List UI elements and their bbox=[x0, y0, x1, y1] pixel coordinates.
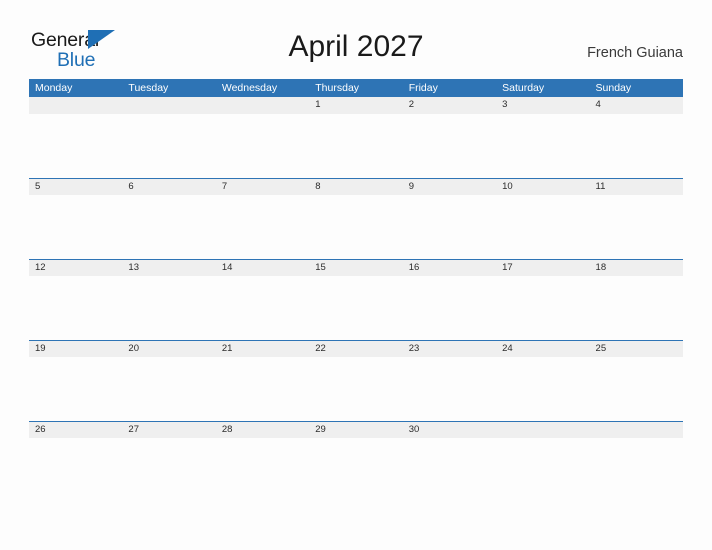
day-cell-number[interactable] bbox=[496, 422, 589, 438]
day-cell-number[interactable]: 18 bbox=[590, 260, 683, 276]
day-cell-number[interactable]: 10 bbox=[496, 179, 589, 195]
day-cell-number[interactable]: 29 bbox=[309, 422, 402, 438]
day-cell-body[interactable] bbox=[309, 195, 402, 259]
week-row: 26 27 28 29 30 bbox=[29, 421, 683, 502]
page-header: General Blue April 2027 French Guiana bbox=[0, 0, 712, 79]
week-row: 1 2 3 4 bbox=[29, 97, 683, 178]
day-cell-number[interactable]: 30 bbox=[403, 422, 496, 438]
day-cell-body[interactable] bbox=[122, 195, 215, 259]
week-date-band: 26 27 28 29 30 bbox=[29, 421, 683, 438]
day-cell-body[interactable] bbox=[590, 114, 683, 178]
day-cell-body[interactable] bbox=[309, 276, 402, 340]
day-cell-number[interactable]: 5 bbox=[29, 179, 122, 195]
day-cell-number[interactable]: 22 bbox=[309, 341, 402, 357]
day-cell-number[interactable]: 9 bbox=[403, 179, 496, 195]
day-cell-number[interactable]: 21 bbox=[216, 341, 309, 357]
day-cell-number[interactable]: 19 bbox=[29, 341, 122, 357]
day-cell-number[interactable] bbox=[216, 97, 309, 114]
day-cell-body[interactable] bbox=[309, 357, 402, 421]
week-body bbox=[29, 114, 683, 178]
day-cell-body[interactable] bbox=[403, 438, 496, 502]
week-body bbox=[29, 438, 683, 502]
day-cell-body[interactable] bbox=[216, 438, 309, 502]
weekday-header-row: Monday Tuesday Wednesday Thursday Friday… bbox=[29, 79, 683, 97]
day-cell-body[interactable] bbox=[403, 195, 496, 259]
day-cell-body[interactable] bbox=[216, 195, 309, 259]
day-cell-body[interactable] bbox=[216, 276, 309, 340]
day-cell-body[interactable] bbox=[29, 114, 122, 178]
week-row: 5 6 7 8 9 10 11 bbox=[29, 178, 683, 259]
day-cell-body[interactable] bbox=[496, 114, 589, 178]
location-label: French Guiana bbox=[587, 45, 683, 61]
weekday-monday: Monday bbox=[35, 82, 73, 94]
day-cell-body[interactable] bbox=[590, 276, 683, 340]
weekday-tuesday: Tuesday bbox=[128, 82, 169, 94]
calendar-page: General Blue April 2027 French Guiana Mo… bbox=[0, 0, 712, 550]
weekday-friday: Friday bbox=[408, 82, 438, 94]
day-cell-number[interactable] bbox=[29, 97, 122, 114]
day-cell-body[interactable] bbox=[29, 357, 122, 421]
day-cell-number[interactable] bbox=[122, 97, 215, 114]
day-cell-body[interactable] bbox=[216, 357, 309, 421]
day-cell-body[interactable] bbox=[122, 276, 215, 340]
day-cell-number[interactable]: 27 bbox=[122, 422, 215, 438]
day-cell-number[interactable] bbox=[590, 422, 683, 438]
weekday-saturday: Saturday bbox=[502, 82, 545, 94]
day-cell-body[interactable] bbox=[122, 114, 215, 178]
day-cell-body[interactable] bbox=[403, 114, 496, 178]
day-cell-number[interactable]: 14 bbox=[216, 260, 309, 276]
week-row: 19 20 21 22 23 24 25 bbox=[29, 340, 683, 421]
day-cell-body[interactable] bbox=[29, 276, 122, 340]
day-cell-number[interactable]: 28 bbox=[216, 422, 309, 438]
day-cell-body[interactable] bbox=[496, 276, 589, 340]
week-date-band: 5 6 7 8 9 10 11 bbox=[29, 178, 683, 195]
day-cell-number[interactable]: 26 bbox=[29, 422, 122, 438]
day-cell-body[interactable] bbox=[403, 276, 496, 340]
day-cell-number[interactable]: 24 bbox=[496, 341, 589, 357]
day-cell-number[interactable]: 8 bbox=[309, 179, 402, 195]
weekday-wednesday: Wednesday bbox=[221, 82, 278, 94]
week-body bbox=[29, 357, 683, 421]
day-cell-body[interactable] bbox=[590, 357, 683, 421]
day-cell-number[interactable]: 15 bbox=[309, 260, 402, 276]
day-cell-body[interactable] bbox=[29, 195, 122, 259]
day-cell-body[interactable] bbox=[216, 114, 309, 178]
day-cell-body[interactable] bbox=[496, 438, 589, 502]
day-cell-number[interactable]: 20 bbox=[122, 341, 215, 357]
week-body bbox=[29, 276, 683, 340]
calendar-grid: Monday Tuesday Wednesday Thursday Friday… bbox=[29, 79, 683, 502]
week-date-band: 19 20 21 22 23 24 25 bbox=[29, 340, 683, 357]
day-cell-number[interactable]: 25 bbox=[590, 341, 683, 357]
week-body bbox=[29, 195, 683, 259]
week-row: 12 13 14 15 16 17 18 bbox=[29, 259, 683, 340]
day-cell-body[interactable] bbox=[122, 357, 215, 421]
day-cell-number[interactable]: 23 bbox=[403, 341, 496, 357]
day-cell-body[interactable] bbox=[590, 195, 683, 259]
day-cell-number[interactable]: 16 bbox=[403, 260, 496, 276]
day-cell-body[interactable] bbox=[590, 438, 683, 502]
day-cell-number[interactable]: 7 bbox=[216, 179, 309, 195]
day-cell-number[interactable]: 4 bbox=[590, 97, 683, 114]
day-cell-number[interactable]: 2 bbox=[403, 97, 496, 114]
day-cell-number[interactable]: 6 bbox=[122, 179, 215, 195]
weekday-thursday: Thursday bbox=[315, 82, 360, 94]
day-cell-body[interactable] bbox=[309, 114, 402, 178]
day-cell-body[interactable] bbox=[122, 438, 215, 502]
day-cell-body[interactable] bbox=[29, 438, 122, 502]
day-cell-number[interactable]: 12 bbox=[29, 260, 122, 276]
day-cell-body[interactable] bbox=[496, 357, 589, 421]
day-cell-body[interactable] bbox=[403, 357, 496, 421]
day-cell-number[interactable]: 11 bbox=[590, 179, 683, 195]
week-date-band: 1 2 3 4 bbox=[29, 97, 683, 114]
day-cell-number[interactable]: 3 bbox=[496, 97, 589, 114]
day-cell-body[interactable] bbox=[496, 195, 589, 259]
week-date-band: 12 13 14 15 16 17 18 bbox=[29, 259, 683, 276]
day-cell-number[interactable]: 17 bbox=[496, 260, 589, 276]
day-cell-number[interactable]: 1 bbox=[309, 97, 402, 114]
day-cell-number[interactable]: 13 bbox=[122, 260, 215, 276]
day-cell-body[interactable] bbox=[309, 438, 402, 502]
weekday-sunday: Sunday bbox=[595, 82, 632, 94]
